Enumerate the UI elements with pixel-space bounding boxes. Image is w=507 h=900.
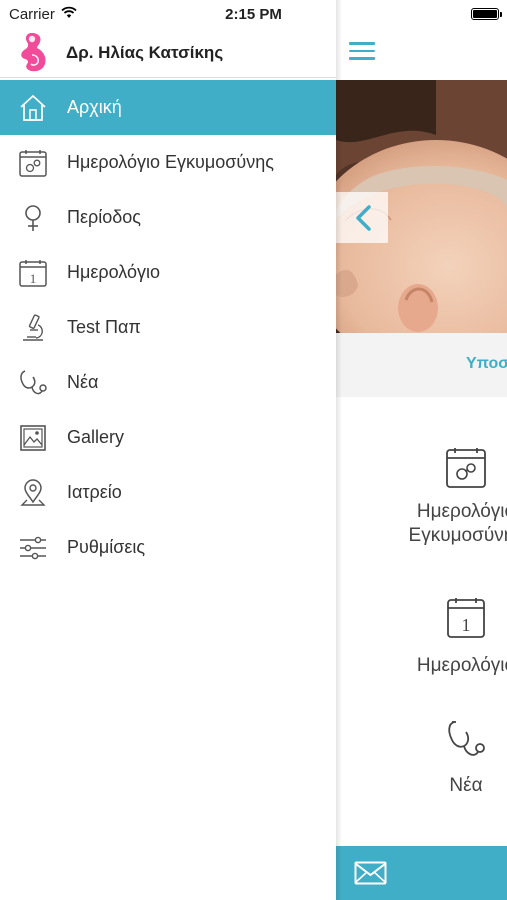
menu-label: Ημερολόγιο <box>67 262 161 282</box>
svg-text:1: 1 <box>462 615 471 635</box>
carrier-label: Carrier <box>9 6 55 23</box>
microscope-icon <box>18 313 48 343</box>
tile-calendar[interactable]: 1 Ημερολόγιο <box>366 596 507 678</box>
pregnancy-logo-icon <box>21 33 46 72</box>
tile-label: Ημερολόγιο <box>416 501 507 522</box>
drawer-header: Δρ. Ηλίας Κατσίκης <box>0 28 336 78</box>
tile-label: Νέα <box>449 775 483 796</box>
menu-label: Ιατρείο <box>67 482 122 502</box>
hero-caption: Υποσ <box>336 333 507 397</box>
menu-label: Test Παπ <box>67 317 141 337</box>
drawer-menu: Αρχική Ημερολόγιο Εγκυμοσύνης Περίοδος 1… <box>0 80 336 575</box>
menu-item-pregnancy-calendar[interactable]: Ημερολόγιο Εγκυμοσύνης <box>0 135 336 190</box>
mail-icon[interactable] <box>354 861 387 885</box>
svg-text:1: 1 <box>30 271 37 286</box>
menu-item-news[interactable]: Νέα <box>0 355 336 410</box>
status-bar: Carrier 2:15 PM <box>0 0 507 30</box>
calendar-icon: 1 <box>18 258 48 288</box>
bottom-bar <box>336 846 507 900</box>
menu-item-gallery[interactable]: Gallery <box>0 410 336 465</box>
calendar-icon: 1 <box>447 598 485 638</box>
tile-label: Εγκυμοσύνης <box>408 525 507 546</box>
pregnancy-calendar-icon <box>446 448 486 488</box>
menu-item-clinic[interactable]: Ιατρείο <box>0 465 336 520</box>
sliders-icon <box>18 533 48 563</box>
hamburger-icon[interactable] <box>349 42 375 62</box>
female-symbol-icon <box>18 203 48 233</box>
chevron-left-icon <box>356 205 371 231</box>
menu-item-calendar[interactable]: 1 Ημερολόγιο <box>0 245 336 300</box>
menu-label: Αρχική <box>67 97 122 117</box>
menu-item-settings[interactable]: Ρυθμίσεις <box>0 520 336 575</box>
battery-icon <box>471 8 502 20</box>
stethoscope-icon <box>448 721 485 756</box>
navigation-drawer: Δρ. Ηλίας Κατσίκης Αρχική Ημερολόγιο Εγκ… <box>0 0 336 900</box>
main-content: Υποσ Ημερολόγιο Εγκυμοσύνης 1 Ημερολόγιο <box>336 0 507 900</box>
menu-item-period[interactable]: Περίοδος <box>0 190 336 245</box>
tile-news[interactable]: Νέα <box>366 718 507 798</box>
menu-item-home[interactable]: Αρχική <box>0 80 336 135</box>
menu-label: Gallery <box>67 427 125 447</box>
menu-label: Περίοδος <box>67 207 141 227</box>
wifi-icon <box>61 6 77 23</box>
home-icon <box>18 93 48 123</box>
menu-item-pap-test[interactable]: Test Παπ <box>0 300 336 355</box>
doctor-name: Δρ. Ηλίας Κατσίκης <box>66 43 224 62</box>
location-pin-icon <box>18 478 48 508</box>
hero-caption-text: Υποσ <box>466 355 507 372</box>
menu-label: Νέα <box>67 372 99 392</box>
tile-pregnancy-calendar[interactable]: Ημερολόγιο Εγκυμοσύνης <box>366 446 507 548</box>
slider-prev-button[interactable] <box>336 192 388 243</box>
gallery-icon <box>18 423 48 453</box>
stethoscope-icon <box>18 368 48 398</box>
tile-label: Ημερολόγιο <box>416 655 507 676</box>
pregnancy-calendar-icon <box>18 148 48 178</box>
menu-label: Ημερολόγιο Εγκυμοσύνης <box>67 152 274 172</box>
menu-label: Ρυθμίσεις <box>67 537 146 557</box>
